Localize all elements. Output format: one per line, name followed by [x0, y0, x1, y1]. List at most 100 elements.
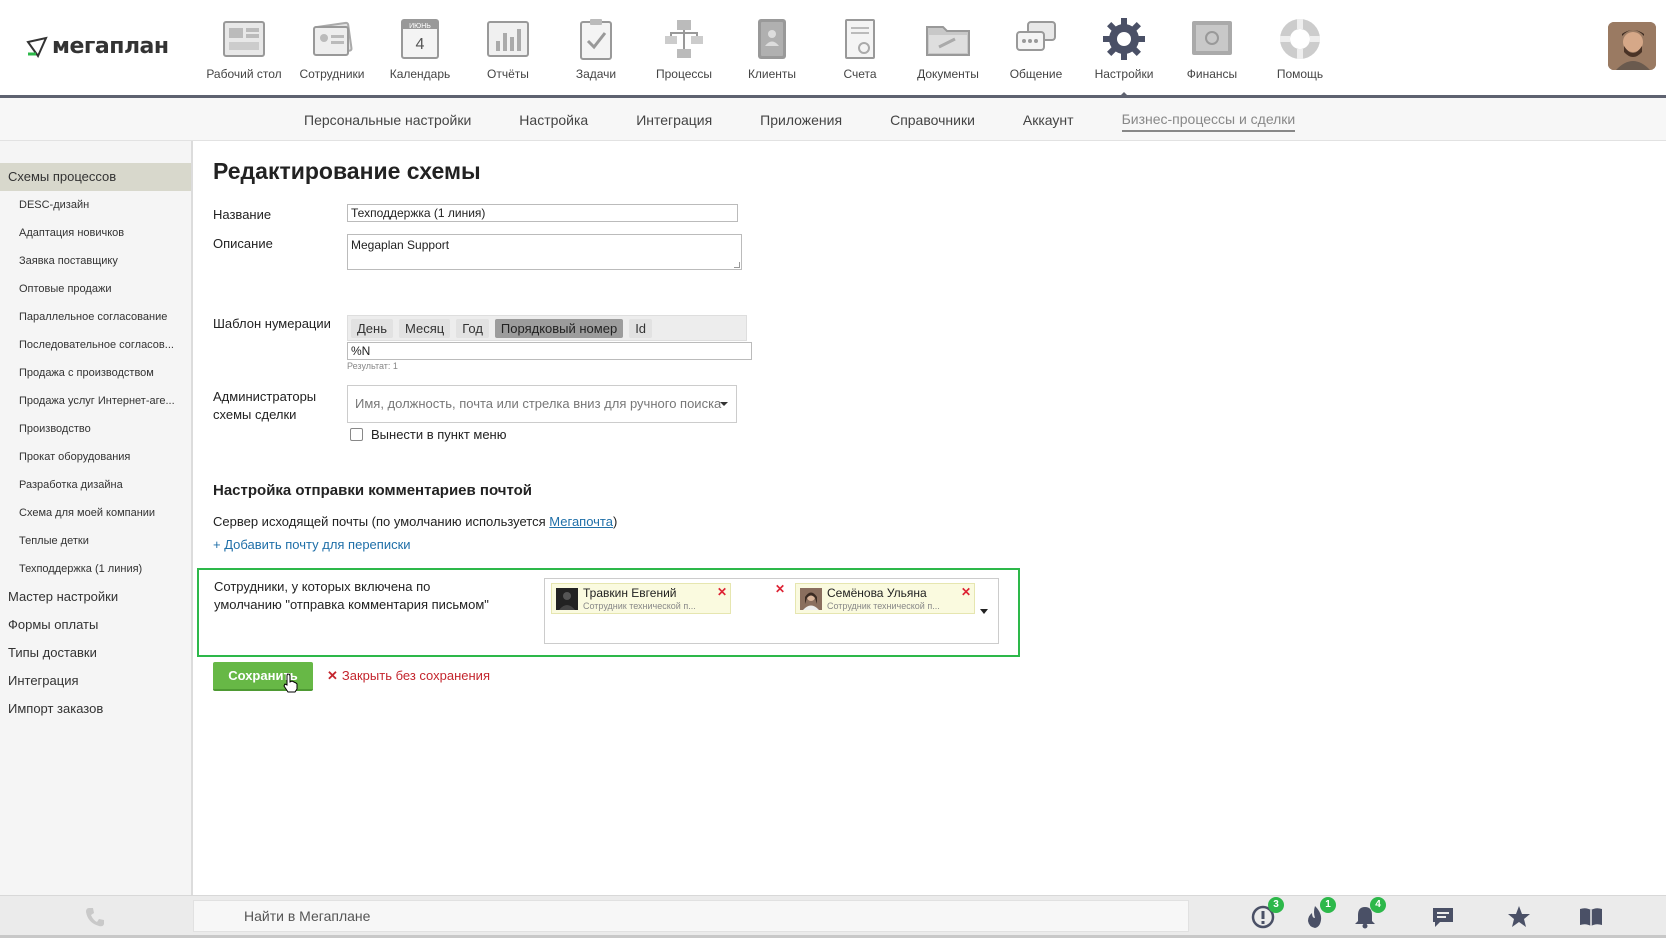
nav-finance[interactable]: Финансы: [1168, 10, 1256, 88]
nav-desktop[interactable]: Рабочий стол: [200, 10, 288, 88]
main-nav: Рабочий стол Сотрудники ИЮНЬ 4 Календарь …: [200, 10, 1344, 98]
subnav-account[interactable]: Аккаунт: [1023, 112, 1074, 128]
sidebar-scheme-item[interactable]: Производство: [0, 415, 191, 443]
notifications-button[interactable]: 4: [1352, 897, 1386, 930]
employee-name: Травкин Евгений: [583, 586, 677, 600]
settings-gear-icon: [1103, 18, 1145, 60]
megapochta-link[interactable]: Мегапочта: [549, 514, 613, 529]
numbering-result: Результат: 1: [347, 361, 398, 371]
sidebar-scheme-item[interactable]: Последовательное согласов...: [0, 331, 191, 359]
subnav-setup[interactable]: Настройка: [519, 112, 588, 128]
nav-label: Отчёты: [487, 67, 529, 81]
subnav-directories[interactable]: Справочники: [890, 112, 975, 128]
numbering-template-input[interactable]: %N: [347, 342, 752, 360]
page-title: Редактирование схемы: [213, 158, 481, 184]
tasks-icon: [580, 19, 612, 60]
add-mail-link[interactable]: + Добавить почту для переписки: [213, 537, 411, 552]
favorites-button[interactable]: [1506, 904, 1532, 930]
nav-help[interactable]: Помощь: [1256, 10, 1344, 88]
employee-chip[interactable]: Травкин Евгений Сотрудник технической п.…: [551, 583, 731, 614]
sidebar-scheme-item[interactable]: Продажа с производством: [0, 359, 191, 387]
sidebar-scheme-item[interactable]: Разработка дизайна: [0, 471, 191, 499]
remove-employee-icon[interactable]: ✕: [961, 585, 971, 599]
sidebar-item-integration[interactable]: Интеграция: [0, 667, 191, 695]
hot-button[interactable]: 1: [1302, 897, 1336, 930]
nav-label: Помощь: [1276, 67, 1324, 81]
subnav-business-processes[interactable]: Бизнес-процессы и сделки: [1121, 111, 1296, 132]
nav-employees[interactable]: Сотрудники: [288, 10, 376, 88]
menu-checkbox-label: Вынести в пункт меню: [371, 427, 507, 442]
menu-checkbox-row[interactable]: Вынести в пункт меню: [350, 427, 506, 442]
messages-button[interactable]: [1430, 904, 1456, 930]
nav-reports[interactable]: Отчёты: [464, 10, 552, 88]
sidebar-item-import-orders[interactable]: Импорт заказов: [0, 695, 191, 723]
chevron-down-icon[interactable]: [980, 609, 988, 614]
token-month[interactable]: Месяц: [399, 318, 451, 338]
description-label: Описание: [213, 236, 273, 251]
admins-select[interactable]: Имя, должность, почта или стрелка вниз д…: [347, 385, 737, 423]
nav-tasks[interactable]: Задачи: [552, 10, 640, 88]
global-search-input[interactable]: Найти в Мегаплане: [193, 900, 1189, 932]
nav-invoices[interactable]: Счета: [816, 10, 904, 88]
sidebar-item-delivery-types[interactable]: Типы доставки: [0, 639, 191, 667]
sidebar-scheme-item[interactable]: Продажа услуг Интернет-аге...: [0, 387, 191, 415]
sidebar-scheme-item[interactable]: Оптовые продажи: [0, 275, 191, 303]
sidebar-scheme-item[interactable]: Адаптация новичков: [0, 219, 191, 247]
knowledge-base-button[interactable]: [1578, 904, 1604, 930]
token-year[interactable]: Год: [456, 318, 489, 338]
phone-icon[interactable]: [84, 906, 106, 928]
nav-label: Финансы: [1186, 67, 1238, 81]
numbering-token-bar: День Месяц Год Порядковый номер Id: [347, 315, 747, 341]
sidebar-scheme-item[interactable]: DESC-дизайн: [0, 191, 191, 219]
clients-icon: [758, 19, 786, 59]
nav-chat[interactable]: Общение: [992, 10, 1080, 88]
nav-calendar[interactable]: ИЮНЬ 4 Календарь: [376, 10, 464, 88]
close-without-saving-label: Закрыть без сохранения: [341, 668, 490, 683]
sidebar-scheme-item[interactable]: Параллельное согласование: [0, 303, 191, 331]
employee-role: Сотрудник технической п...: [827, 601, 940, 611]
nav-documents[interactable]: Документы: [904, 10, 992, 88]
nav-settings[interactable]: Настройки: [1080, 10, 1168, 98]
token-id[interactable]: Id: [629, 318, 653, 338]
employee-photo: [800, 588, 822, 610]
description-textarea[interactable]: Megaplan Support: [347, 234, 742, 270]
sidebar-head-process-schemes[interactable]: Схемы процессов: [0, 163, 191, 191]
admins-label: Администраторы схемы сделки: [213, 388, 316, 424]
remove-employee-icon[interactable]: ✕: [717, 585, 727, 599]
mouse-pointer-icon: [283, 673, 298, 693]
sidebar-scheme-item[interactable]: Теплые детки: [0, 527, 191, 555]
sidebar-scheme-item[interactable]: Прокат оборудования: [0, 443, 191, 471]
notifications-badge: 4: [1370, 897, 1386, 913]
nav-clients[interactable]: Клиенты: [728, 10, 816, 88]
megaplan-logo[interactable]: мегаплан: [26, 34, 169, 59]
description-text: Megaplan Support: [351, 238, 450, 252]
sidebar-item-setup-wizard[interactable]: Мастер настройки: [0, 583, 191, 611]
chevron-down-icon[interactable]: [720, 402, 728, 406]
remove-employee-icon[interactable]: ✕: [775, 582, 785, 596]
menu-checkbox[interactable]: [350, 428, 363, 441]
nav-processes[interactable]: Процессы: [640, 10, 728, 88]
employee-chip[interactable]: Семёнова Ульяна Сотрудник технической п.…: [795, 583, 975, 614]
name-input[interactable]: Техподдержка (1 линия): [347, 204, 738, 222]
top-navigation-bar: мегаплан Рабочий стол Сотрудники ИЮНЬ 4 К…: [0, 0, 1666, 98]
user-avatar[interactable]: [1608, 22, 1656, 70]
sidebar-item-payment-forms[interactable]: Формы оплаты: [0, 611, 191, 639]
message-icon: [1433, 908, 1453, 927]
subnav-integration[interactable]: Интеграция: [636, 112, 712, 128]
nav-label: Клиенты: [747, 67, 797, 81]
token-sequence-number[interactable]: Порядковый номер: [494, 318, 624, 338]
resize-handle[interactable]: [734, 262, 740, 268]
close-without-saving-link[interactable]: ✕ Закрыть без сохранения: [327, 668, 490, 684]
subnav-applications[interactable]: Приложения: [760, 112, 842, 128]
employees-icon: [313, 21, 353, 56]
sidebar-scheme-item[interactable]: Техподдержка (1 линия): [0, 555, 191, 583]
employee-photo: [556, 588, 578, 610]
token-day[interactable]: День: [351, 318, 393, 338]
avatar-photo: [1608, 22, 1656, 70]
sidebar-scheme-item[interactable]: Заявка поставщику: [0, 247, 191, 275]
finance-safe-icon: [1192, 21, 1232, 55]
alerts-button[interactable]: 3: [1250, 897, 1284, 930]
sidebar-scheme-item[interactable]: Схема для моей компании: [0, 499, 191, 527]
subnav-personal-settings[interactable]: Персональные настройки: [304, 112, 471, 128]
employees-select[interactable]: Травкин Евгений Сотрудник технической п.…: [544, 578, 999, 644]
